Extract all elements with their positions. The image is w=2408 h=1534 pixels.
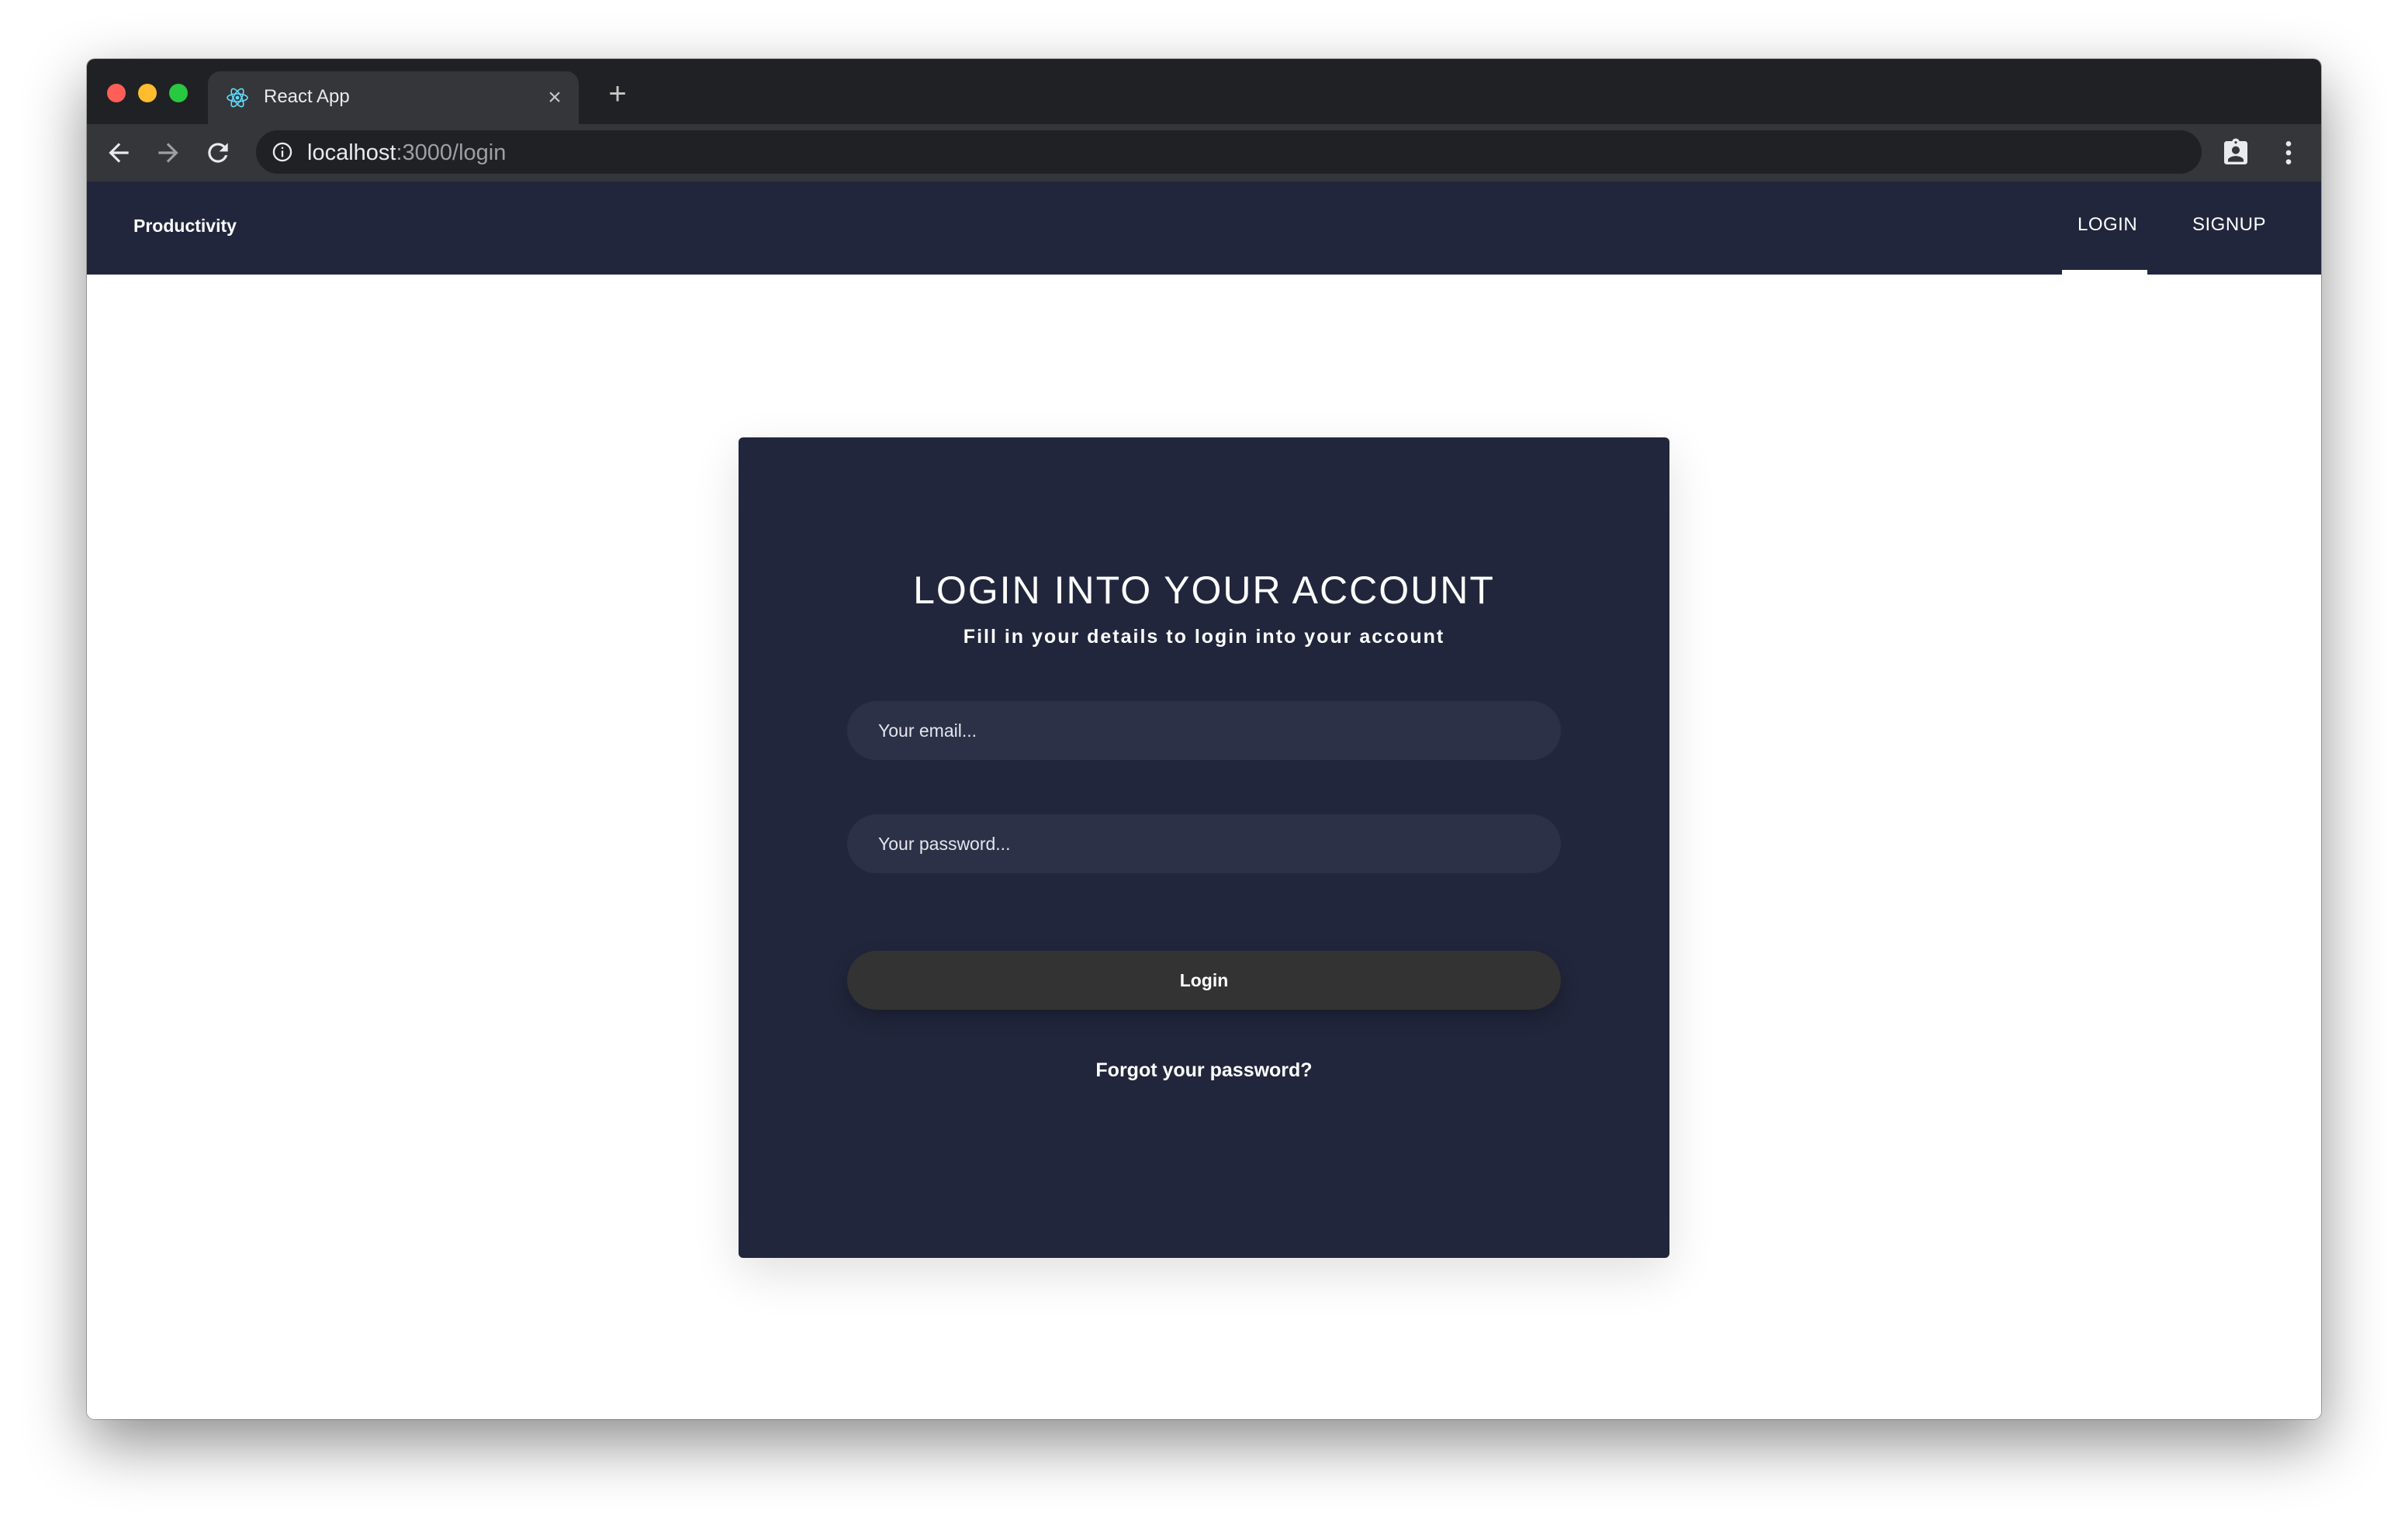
page-content: LOGIN INTO YOUR ACCOUNT Fill in your det…: [87, 275, 2321, 1419]
plus-icon[interactable]: +: [602, 78, 633, 110]
nav-link-login[interactable]: LOGIN: [2078, 214, 2137, 236]
window-maximize-button[interactable]: [169, 84, 188, 102]
address-bar[interactable]: localhost:3000/login: [256, 130, 2202, 174]
tab-strip: React App × +: [87, 59, 2321, 124]
forward-arrow-icon[interactable]: [154, 138, 183, 168]
react-favicon-icon: [227, 88, 248, 108]
login-title: LOGIN INTO YOUR ACCOUNT: [913, 568, 1495, 612]
email-input[interactable]: [847, 701, 1561, 760]
app-navbar: Productivity LOGIN SIGNUP: [87, 181, 2321, 275]
forgot-password-link[interactable]: Forgot your password?: [739, 1059, 1669, 1082]
window-minimize-button[interactable]: [138, 84, 157, 102]
browser-toolbar: localhost:3000/login: [87, 124, 2321, 181]
url-path: :3000/login: [396, 140, 507, 165]
profile-badge-icon[interactable]: [2220, 137, 2251, 168]
login-button[interactable]: Login: [847, 951, 1561, 1010]
browser-tab[interactable]: React App ×: [208, 71, 579, 124]
browser-window: React App × + localhost:3000/login Produ…: [87, 59, 2321, 1419]
nav-link-signup[interactable]: SIGNUP: [2192, 214, 2266, 236]
kebab-menu-icon[interactable]: [2273, 137, 2304, 168]
login-card: LOGIN INTO YOUR ACCOUNT Fill in your det…: [739, 437, 1669, 1258]
url-host: localhost: [307, 140, 396, 165]
info-icon[interactable]: [272, 141, 293, 163]
back-arrow-icon[interactable]: [104, 138, 133, 168]
reload-icon[interactable]: [203, 138, 233, 168]
brand-logo-text[interactable]: Productivity: [133, 216, 237, 237]
password-input[interactable]: [847, 814, 1561, 873]
login-subtitle: Fill in your details to login into your …: [963, 626, 1445, 648]
close-icon[interactable]: ×: [543, 86, 566, 109]
window-close-button[interactable]: [107, 84, 126, 102]
url-text: localhost:3000/login: [307, 140, 506, 166]
tab-title: React App: [264, 86, 350, 107]
